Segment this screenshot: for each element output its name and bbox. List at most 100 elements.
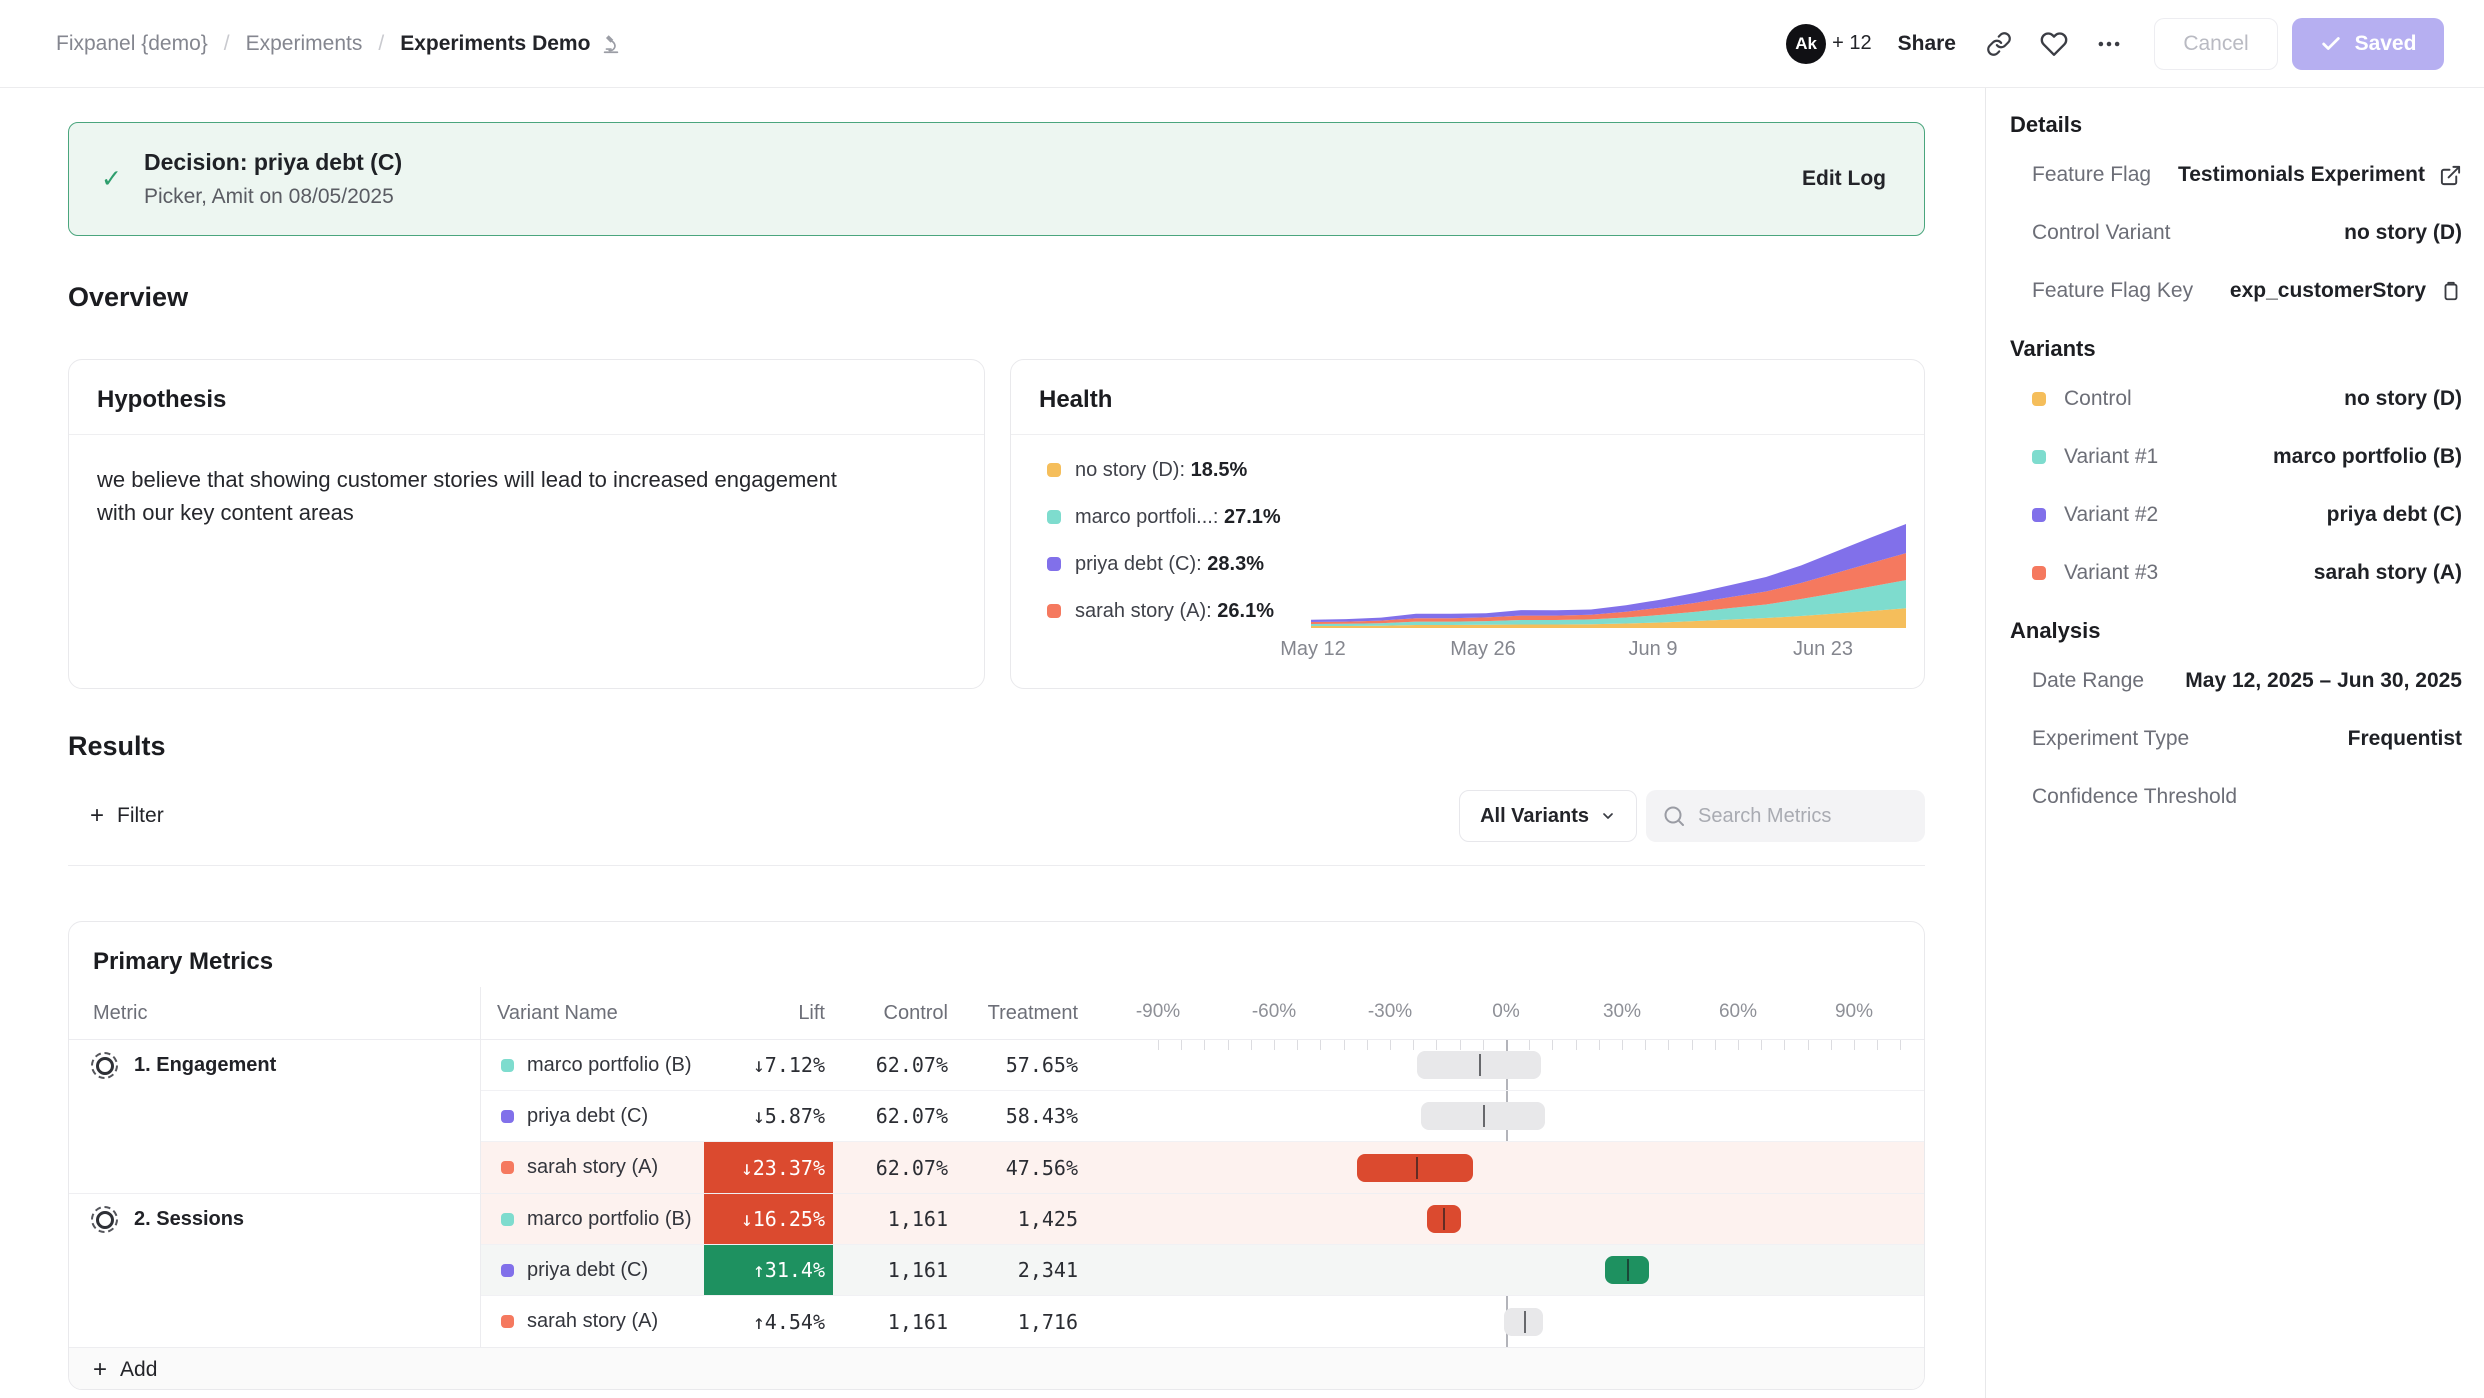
variant-swatch <box>2032 566 2046 580</box>
top-bar: Fixpanel {demo} / Experiments / Experime… <box>0 0 2484 88</box>
header-actions: Ak + 12 Share Cancel Saved <box>1786 18 2444 70</box>
health-legend-item: sarah story (A)26.1% <box>1047 597 1281 625</box>
saved-button[interactable]: Saved <box>2292 18 2444 70</box>
ci-mean-marker <box>1443 1208 1445 1230</box>
variant-swatch <box>2032 392 2046 406</box>
metric-name: 2. Sessions <box>134 1206 244 1233</box>
treatment-cell: 47.56% <box>966 1156 1106 1180</box>
avatar[interactable]: Ak <box>1786 24 1826 64</box>
metric-cell[interactable]: 2. Sessions <box>69 1194 481 1347</box>
heart-icon <box>2040 30 2068 58</box>
favorite-button[interactable] <box>2040 30 2068 58</box>
variant-name-cell: marco portfolio (B) <box>481 1208 704 1231</box>
metric-cell[interactable]: 1. Engagement <box>69 1040 481 1193</box>
variant-swatch <box>2032 508 2046 522</box>
variant-row: Variant #3 sarah story (A) <box>2010 560 2462 586</box>
add-label: Add <box>120 1358 157 1382</box>
variant-label: Control <box>2064 387 2132 411</box>
avatar-overflow-count[interactable]: + 12 <box>1832 32 1871 55</box>
health-area-chart <box>1311 500 1911 630</box>
col-header-control: Control <box>833 1002 966 1025</box>
search-metrics-input[interactable] <box>1698 805 1898 828</box>
experiment-type-label: Experiment Type <box>2032 727 2189 751</box>
legend-label: no story (D) <box>1075 459 1191 482</box>
col-header-variant: Variant Name <box>481 1002 704 1025</box>
search-icon <box>1662 804 1686 828</box>
breadcrumb-separator: / <box>378 32 384 56</box>
results-heading: Results <box>68 731 1925 762</box>
add-filter-button[interactable]: + Filter <box>90 804 164 828</box>
control-cell: 1,161 <box>833 1310 966 1334</box>
hypothesis-card: Hypothesis we believe that showing custo… <box>68 359 985 689</box>
more-menu-button[interactable] <box>2096 31 2122 57</box>
legend-swatch <box>1047 463 1061 477</box>
metric-variant-row[interactable]: priya debt (C)↓5.87%62.07%58.43% <box>481 1091 1924 1142</box>
ci-mean-marker <box>1416 1157 1418 1179</box>
feature-flag-label: Feature Flag <box>2032 163 2151 187</box>
control-cell: 62.07% <box>833 1104 966 1128</box>
col-header-lift: Lift <box>704 1002 833 1025</box>
variant-label: Variant #3 <box>2064 561 2158 585</box>
control-cell: 1,161 <box>833 1258 966 1282</box>
variant-value: sarah story (A) <box>2314 561 2462 585</box>
variants-heading: Variants <box>2010 336 2462 362</box>
feature-flag-row: Feature Flag Testimonials Experiment <box>2010 162 2462 188</box>
treatment-cell: 1,716 <box>966 1310 1106 1334</box>
ci-axis-tick-label: -30% <box>1368 1001 1412 1023</box>
metric-variant-row[interactable]: marco portfolio (B)↓16.25%1,1611,425 <box>481 1194 1924 1245</box>
variant-name: marco portfolio (B) <box>527 1208 692 1231</box>
variant-name-cell: priya debt (C) <box>481 1259 704 1282</box>
feature-flag-key-row: Feature Flag Key exp_customerStory <box>2010 278 2462 304</box>
breadcrumb-project[interactable]: Fixpanel {demo} <box>56 32 208 56</box>
external-link-icon[interactable] <box>2439 164 2462 187</box>
saved-label: Saved <box>2355 32 2417 56</box>
ci-axis-tick-label: 90% <box>1835 1001 1873 1023</box>
add-metric-button[interactable]: + Add <box>69 1347 1924 1390</box>
chevron-down-icon <box>1600 808 1616 824</box>
microscope-icon <box>600 33 622 55</box>
col-header-metric: Metric <box>69 987 481 1039</box>
copy-icon[interactable] <box>2440 280 2462 302</box>
lift-cell: ↑31.4% <box>704 1245 833 1295</box>
decision-title: Decision: priya debt (C) <box>144 149 1802 176</box>
details-sidebar: Details Feature Flag Testimonials Experi… <box>1985 88 2484 1398</box>
details-section: Details Feature Flag Testimonials Experi… <box>2010 112 2462 304</box>
metric-variant-row[interactable]: sarah story (A)↑4.54%1,1611,716 <box>481 1296 1924 1347</box>
metric-variant-row[interactable]: marco portfolio (B)↓7.12%62.07%57.65% <box>481 1040 1924 1091</box>
feature-flag-value[interactable]: Testimonials Experiment <box>2178 163 2425 187</box>
lift-cell: ↓16.25% <box>704 1194 833 1244</box>
breadcrumb-current: Experiments Demo <box>400 32 622 56</box>
health-legend-item: priya debt (C)28.3% <box>1047 550 1281 578</box>
check-icon <box>2320 33 2342 55</box>
control-cell: 62.07% <box>833 1156 966 1180</box>
breadcrumb-experiments[interactable]: Experiments <box>246 32 363 56</box>
ci-axis-tick-label: -90% <box>1136 1001 1180 1023</box>
treatment-cell: 58.43% <box>966 1104 1106 1128</box>
plus-icon: + <box>90 804 104 828</box>
cancel-button[interactable]: Cancel <box>2154 18 2278 70</box>
control-variant-label: Control Variant <box>2032 221 2171 245</box>
decision-banner: ✓ Decision: priya debt (C) Picker, Amit … <box>68 122 1925 236</box>
variant-name-cell: sarah story (A) <box>481 1156 704 1179</box>
date-range-value: May 12, 2025 – Jun 30, 2025 <box>2185 669 2462 693</box>
breadcrumb: Fixpanel {demo} / Experiments / Experime… <box>56 32 622 56</box>
share-button[interactable]: Share <box>1898 32 1956 56</box>
edit-log-button[interactable]: Edit Log <box>1802 167 1886 191</box>
lift-cell: ↑4.54% <box>704 1296 833 1347</box>
metric-search[interactable] <box>1646 790 1925 842</box>
metric-variant-row[interactable]: sarah story (A)↓23.37%62.07%47.56% <box>481 1142 1924 1193</box>
primary-metrics-card: Primary Metrics Metric Variant Name Lift… <box>68 921 1925 1390</box>
legend-swatch <box>1047 510 1061 524</box>
link-icon <box>1986 31 2012 57</box>
ci-axis-tick-label: 60% <box>1719 1001 1757 1023</box>
ci-mean-marker <box>1524 1311 1526 1333</box>
copy-link-button[interactable] <box>1986 31 2012 57</box>
health-legend: no story (D)18.5%marco portfoli...27.1%p… <box>1047 456 1281 644</box>
metric-variant-row[interactable]: priya debt (C)↑31.4%1,1612,341 <box>481 1245 1924 1296</box>
hypothesis-body: we believe that showing customer stories… <box>69 435 889 557</box>
feature-flag-key-label: Feature Flag Key <box>2032 279 2193 303</box>
variant-filter-dropdown[interactable]: All Variants <box>1459 790 1637 842</box>
ci-axis-tick-label: 30% <box>1603 1001 1641 1023</box>
legend-value: 26.1% <box>1217 600 1274 623</box>
col-header-treatment: Treatment <box>966 1002 1106 1025</box>
